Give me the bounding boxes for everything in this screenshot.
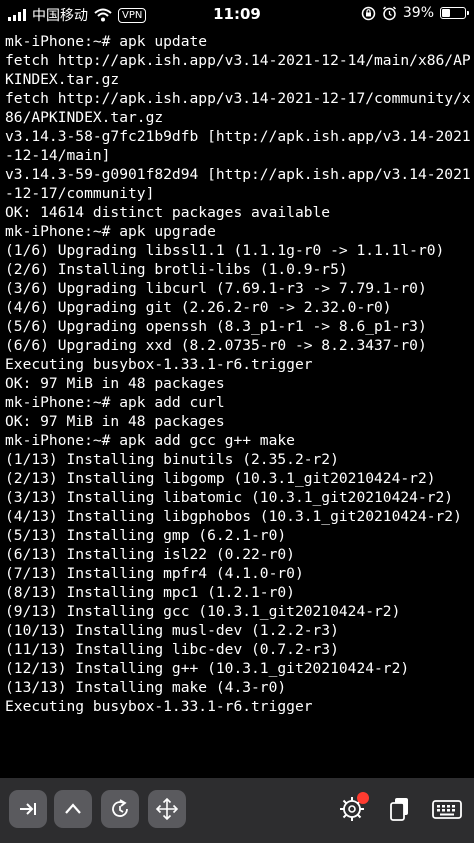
terminal-line: (2/13) Installing libgomp (10.3.1_git202…: [5, 470, 436, 487]
terminal-line: (5/13) Installing gmp (6.2.1-r0): [5, 527, 287, 544]
terminal-line: (3/6) Upgrading libcurl (7.69.1-r3 -> 7.…: [5, 280, 427, 297]
terminal-line: (12/13) Installing g++ (10.3.1_git202104…: [5, 660, 410, 677]
terminal-line: (6/13) Installing isl22 (0.22-r0): [5, 546, 295, 563]
terminal-line: (4/13) Installing libgphobos (10.3.1_git…: [5, 508, 462, 525]
terminal-line: OK: 97 MiB in 48 packages: [5, 413, 225, 430]
up-arrow-button[interactable]: [54, 790, 92, 828]
terminal-output[interactable]: mk-iPhone:~# apk update fetch http://apk.…: [5, 32, 471, 776]
terminal-line: mk-iPhone:~# apk add curl: [5, 394, 225, 411]
keyboard-icon: [432, 800, 462, 819]
terminal-line: mk-iPhone:~# apk upgrade: [5, 223, 216, 240]
move-arrows-button[interactable]: [148, 790, 186, 828]
terminal-line: (8/13) Installing mpc1 (1.2.1-r0): [5, 584, 295, 601]
terminal-line: (5/6) Upgrading openssh (8.3_p1-r1 -> 8.…: [5, 318, 427, 335]
terminal-line: OK: 14614 distinct packages available: [5, 204, 331, 221]
terminal-line: (3/13) Installing libatomic (10.3.1_git2…: [5, 489, 454, 506]
battery-level-fill: [442, 9, 450, 17]
tab-key-icon: [20, 803, 36, 815]
terminal-line: fetch http://apk.ish.app/v3.14-2021-12-1…: [5, 52, 471, 88]
terminal-line: OK: 97 MiB in 48 packages: [5, 375, 225, 392]
terminal-line: (2/6) Installing brotli-libs (1.0.9-r5): [5, 261, 348, 278]
hide-keyboard-button[interactable]: [101, 790, 139, 828]
terminal-line: v3.14.3-59-g0901f82d94 [http://apk.ish.a…: [5, 166, 471, 202]
terminal-line: (11/13) Installing libc-dev (0.7.2-r3): [5, 641, 339, 658]
terminal-line: mk-iPhone:~# apk add gcc g++ make: [5, 432, 295, 449]
terminal-line: (1/6) Upgrading libssl1.1 (1.1.1g-r0 -> …: [5, 242, 445, 259]
battery-percent: 39%: [402, 5, 434, 21]
terminal-line: (10/13) Installing musl-dev (1.2.2-r3): [5, 622, 339, 639]
terminal-line: (4/6) Upgrading git (2.26.2-r0 -> 2.32.0…: [5, 299, 392, 316]
move-arrows-icon: [155, 797, 179, 821]
battery-icon: [440, 7, 469, 19]
orientation-lock-icon: [361, 6, 376, 20]
bottom-toolbar: [0, 778, 474, 843]
terminal-line: fetch http://apk.ish.app/v3.14-2021-12-1…: [5, 90, 471, 126]
notification-badge: [357, 792, 369, 804]
terminal-line: (6/6) Upgrading xxd (8.2.0735-r0 -> 8.2.…: [5, 337, 427, 354]
status-bar: 中国移动 VPN 11:09 39%: [0, 0, 474, 28]
hide-keyboard-icon: [112, 799, 128, 817]
paste-button[interactable]: [381, 790, 419, 828]
terminal-line: (13/13) Installing make (4.3-r0): [5, 679, 287, 696]
terminal-line: Executing busybox-1.33.1-r6.trigger: [5, 356, 313, 373]
tab-key-button[interactable]: [9, 790, 47, 828]
terminal-line: (7/13) Installing mpfr4 (4.1.0-r0): [5, 565, 304, 582]
paste-icon: [390, 798, 408, 821]
terminal-line: (1/13) Installing binutils (2.35.2-r2): [5, 451, 339, 468]
up-arrow-icon: [65, 803, 81, 814]
terminal-line: Executing busybox-1.33.1-r6.trigger: [5, 698, 313, 715]
terminal-line: v3.14.3-58-g7fc21b9dfb [http://apk.ish.a…: [5, 128, 471, 164]
settings-button[interactable]: [333, 790, 371, 828]
terminal-line: (9/13) Installing gcc (10.3.1_git2021042…: [5, 603, 401, 620]
status-right: 39%: [361, 5, 469, 21]
alarm-icon: [382, 5, 396, 20]
terminal-line: mk-iPhone:~# apk update: [5, 33, 208, 50]
keyboard-button[interactable]: [428, 790, 466, 828]
